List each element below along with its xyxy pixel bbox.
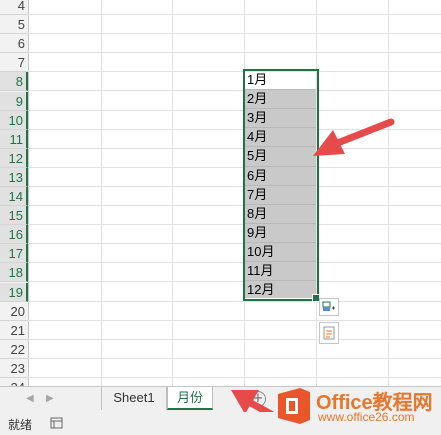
- column-gridline: [388, 0, 389, 386]
- row-header[interactable]: 20: [0, 302, 28, 321]
- scroll-right-icon[interactable]: ▶: [46, 393, 54, 404]
- tab-sheet1[interactable]: Sheet1: [101, 387, 167, 410]
- row-header[interactable]: 7: [0, 53, 28, 72]
- row-gridline: [28, 110, 441, 111]
- row-header[interactable]: 23: [0, 359, 28, 378]
- row-header[interactable]: 12: [0, 149, 28, 168]
- auto-fill-options-button[interactable]: [319, 298, 339, 316]
- row-header[interactable]: 14: [0, 187, 28, 206]
- row-gridline: [28, 377, 441, 378]
- office26-watermark: Office教程网 www.office26.com: [270, 382, 441, 430]
- row-gridline: [28, 358, 441, 359]
- row-header[interactable]: 11: [0, 130, 28, 149]
- row-header[interactable]: 24: [0, 378, 28, 386]
- row-gridline: [28, 205, 441, 206]
- quick-analysis-icon: [323, 326, 335, 340]
- row-gridline: [28, 71, 441, 72]
- row-header[interactable]: 9: [0, 92, 28, 111]
- row-header[interactable]: 13: [0, 168, 28, 187]
- row-gridline: [28, 320, 441, 321]
- row-header[interactable]: 6: [0, 34, 28, 53]
- row-header[interactable]: 15: [0, 206, 28, 225]
- row-header[interactable]: 16: [0, 225, 28, 244]
- watermark-url: www.office26.com: [318, 410, 415, 424]
- row-header[interactable]: 10: [0, 111, 28, 130]
- quick-analysis-button[interactable]: [319, 322, 339, 344]
- status-text: 就绪: [8, 418, 33, 432]
- row-gridline: [28, 224, 441, 225]
- row-gridline: [28, 186, 441, 187]
- row-header[interactable]: 18: [0, 263, 28, 282]
- row-header[interactable]: 22: [0, 340, 28, 359]
- row-gridline: [28, 339, 441, 340]
- worksheet-grid[interactable]: 456789101112131415161718192021222324 1月2…: [0, 0, 441, 386]
- row-header[interactable]: 8: [0, 72, 28, 91]
- row-header[interactable]: 4: [0, 0, 28, 15]
- column-gridline: [101, 0, 102, 386]
- row-gridline: [28, 14, 441, 15]
- selection-border: [243, 69, 319, 301]
- tab-yuefen[interactable]: 月份: [167, 387, 213, 410]
- row-gridline: [28, 243, 441, 244]
- row-gridline: [28, 301, 441, 302]
- row-header[interactable]: 21: [0, 321, 28, 340]
- row-gridline: [28, 262, 441, 263]
- row-gridline: [28, 281, 441, 282]
- auto-fill-icon: [322, 301, 335, 311]
- row-gridline: [28, 52, 441, 53]
- office-logo-icon: [278, 388, 310, 424]
- row-gridline: [28, 33, 441, 34]
- row-gridline: [28, 90, 441, 91]
- row-header[interactable]: 19: [0, 283, 28, 302]
- scroll-left-icon[interactable]: ◀: [26, 393, 34, 404]
- row-header[interactable]: 17: [0, 244, 28, 263]
- column-gridline: [172, 0, 173, 386]
- red-arrow-annotation: [313, 118, 395, 156]
- macro-record-icon[interactable]: [50, 417, 64, 430]
- row-header-column: 456789101112131415161718192021222324: [0, 0, 29, 386]
- row-header[interactable]: 5: [0, 15, 28, 34]
